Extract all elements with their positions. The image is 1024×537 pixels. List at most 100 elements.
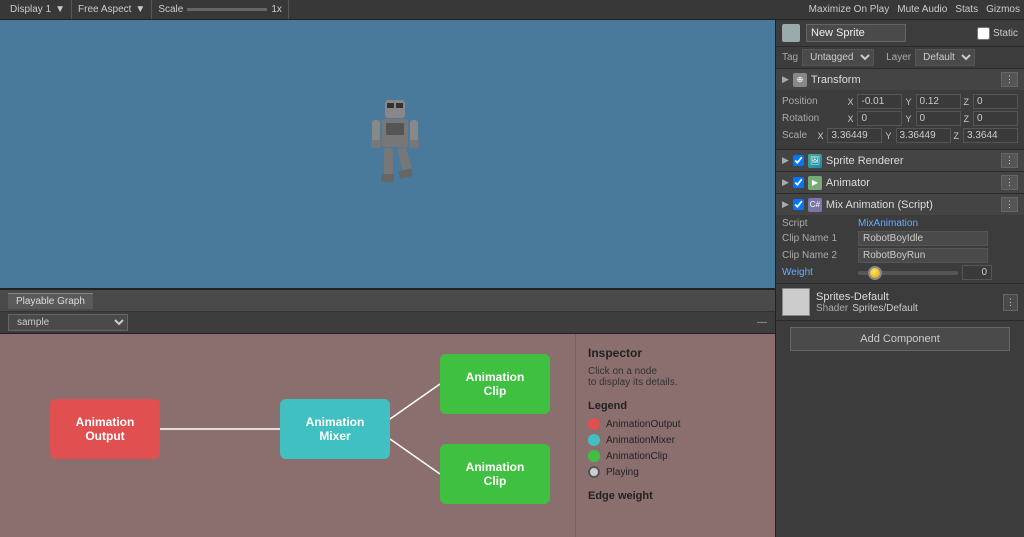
inspector-subtitle: Click on a node to display its details. xyxy=(588,366,763,388)
animation-mixer-label: AnimationMixer xyxy=(306,415,365,443)
legend-title: Legend xyxy=(588,400,763,412)
material-preview xyxy=(782,288,810,316)
mix-animation-section: ▶ C# Mix Animation (Script) ⋮ Script Mix… xyxy=(776,194,1024,284)
rotation-row: Rotation X Y Z xyxy=(782,111,1018,126)
object-header: Static xyxy=(776,20,1024,47)
rot-x-input[interactable] xyxy=(857,111,902,126)
scale-value: 1x xyxy=(271,4,282,15)
mute-audio-btn[interactable]: Mute Audio xyxy=(897,4,947,15)
animator-arrow: ▶ xyxy=(782,177,789,188)
scale-z-input[interactable] xyxy=(963,128,1018,143)
clip2-label: Clip Name 2 xyxy=(782,250,854,261)
sprite-renderer-section: ▶ 🖼 Sprite Renderer ⋮ xyxy=(776,150,1024,172)
mix-animation-menu-btn[interactable]: ⋮ xyxy=(1001,197,1018,212)
transform-name: Transform xyxy=(811,74,997,86)
material-menu-btn[interactable]: ⋮ xyxy=(1003,294,1018,311)
shader-label: Shader xyxy=(816,303,848,314)
position-xyz: X Y Z xyxy=(847,94,1018,109)
position-label: Position xyxy=(782,96,843,107)
animator-menu-btn[interactable]: ⋮ xyxy=(1001,175,1018,190)
legend-playing-item: Playing xyxy=(588,466,763,478)
scale-xyz: X Y Z xyxy=(817,128,1018,143)
position-row: Position X Y Z xyxy=(782,94,1018,109)
animation-clip-1-node[interactable]: AnimationClip xyxy=(440,354,550,414)
tag-label: Tag xyxy=(782,52,798,63)
animator-name: Animator xyxy=(826,177,997,189)
mix-animation-checkbox[interactable] xyxy=(793,199,804,210)
weight-knob xyxy=(868,266,882,280)
mix-animation-name: Mix Animation (Script) xyxy=(826,199,997,211)
weight-slider-container[interactable] xyxy=(858,266,958,280)
rot-z-axis: Z xyxy=(964,114,970,124)
shader-value: Sprites/Default xyxy=(852,303,918,314)
animation-mixer-node[interactable]: AnimationMixer xyxy=(280,399,390,459)
scale-y-input[interactable] xyxy=(896,128,951,143)
graph-tab[interactable]: Playable Graph xyxy=(8,293,93,309)
transform-body: Position X Y Z Rotation X xyxy=(776,90,1024,149)
legend-output-label: AnimationOutput xyxy=(606,419,681,430)
static-label: Static xyxy=(993,28,1018,39)
clip1-input[interactable] xyxy=(858,231,988,246)
weight-row: Weight 0 xyxy=(782,265,1018,280)
animation-output-node[interactable]: AnimationOutput xyxy=(50,399,160,459)
legend-mixer-item: AnimationMixer xyxy=(588,434,763,446)
rot-x-axis: X xyxy=(847,114,853,124)
scale-x-axis: X xyxy=(817,131,823,141)
scale-prop-label: Scale xyxy=(782,130,813,141)
graph-minimize-btn[interactable]: — xyxy=(757,317,767,328)
legend-clip-dot xyxy=(588,450,600,462)
edge-weight-title: Edge weight xyxy=(588,490,763,502)
scale-x-input[interactable] xyxy=(827,128,882,143)
transform-header: ▶ ⊕ Transform ⋮ xyxy=(776,69,1024,90)
weight-value: 0 xyxy=(962,265,992,280)
aspect-arrow: ▼ xyxy=(135,4,145,15)
animator-checkbox[interactable] xyxy=(793,177,804,188)
static-checkbox[interactable] xyxy=(977,27,990,40)
layer-label: Layer xyxy=(886,52,911,63)
script-row: Script MixAnimation xyxy=(782,218,1018,229)
clip1-label: Clip Name 1 xyxy=(782,233,854,244)
robot-character xyxy=(370,100,420,200)
rot-z-input[interactable] xyxy=(973,111,1018,126)
legend-playing-label: Playing xyxy=(606,467,639,478)
maximize-on-play-btn[interactable]: Maximize On Play xyxy=(809,4,890,15)
script-value: MixAnimation xyxy=(858,218,918,229)
transform-menu-btn[interactable]: ⋮ xyxy=(1001,72,1018,87)
legend-output-dot xyxy=(588,418,600,430)
sprite-renderer-checkbox[interactable] xyxy=(793,155,804,166)
animation-clip-2-node[interactable]: AnimationClip xyxy=(440,444,550,504)
graph-sample-select[interactable]: sample xyxy=(8,314,128,331)
rotation-xyz: X Y Z xyxy=(847,111,1018,126)
sprite-renderer-header: ▶ 🖼 Sprite Renderer ⋮ xyxy=(776,150,1024,171)
rot-y-input[interactable] xyxy=(916,111,961,126)
animation-clip-1-label: AnimationClip xyxy=(466,370,525,398)
static-checkbox-group: Static xyxy=(977,27,1018,40)
clip2-input[interactable] xyxy=(858,248,988,263)
right-panel: Static Tag Untagged Layer Default ▶ ⊕ Tr… xyxy=(775,20,1024,537)
pos-y-input[interactable] xyxy=(916,94,961,109)
left-panel: Playable Graph sample — xyxy=(0,20,775,537)
inspector-title: Inspector xyxy=(588,346,763,360)
script-label: Script xyxy=(782,218,854,229)
playable-graph: Playable Graph sample — xyxy=(0,290,775,537)
rot-y-axis: Y xyxy=(905,114,911,124)
scale-slider[interactable] xyxy=(187,8,267,11)
legend-clip-label: AnimationClip xyxy=(606,451,668,462)
pos-z-input[interactable] xyxy=(973,94,1018,109)
layer-dropdown[interactable]: Default xyxy=(915,49,975,66)
top-bar-right: Maximize On Play Mute Audio Stats Gizmos xyxy=(809,4,1020,15)
mix-animation-header: ▶ C# Mix Animation (Script) ⋮ xyxy=(776,194,1024,215)
stats-btn[interactable]: Stats xyxy=(955,4,978,15)
object-name-input[interactable] xyxy=(806,24,906,42)
tag-dropdown[interactable]: Untagged xyxy=(802,49,874,66)
animation-clip-2-label: AnimationClip xyxy=(466,460,525,488)
sprite-renderer-menu-btn[interactable]: ⋮ xyxy=(1001,153,1018,168)
aspect-selector[interactable]: Free Aspect ▼ xyxy=(72,0,152,19)
gizmos-btn[interactable]: Gizmos xyxy=(986,4,1020,15)
display-label: Display 1 xyxy=(10,4,51,15)
scale-label: Scale xyxy=(158,4,183,15)
add-component-button[interactable]: Add Component xyxy=(790,327,1010,351)
display-selector[interactable]: Display 1 ▼ xyxy=(4,0,72,19)
rotation-label: Rotation xyxy=(782,113,843,124)
pos-x-input[interactable] xyxy=(857,94,902,109)
